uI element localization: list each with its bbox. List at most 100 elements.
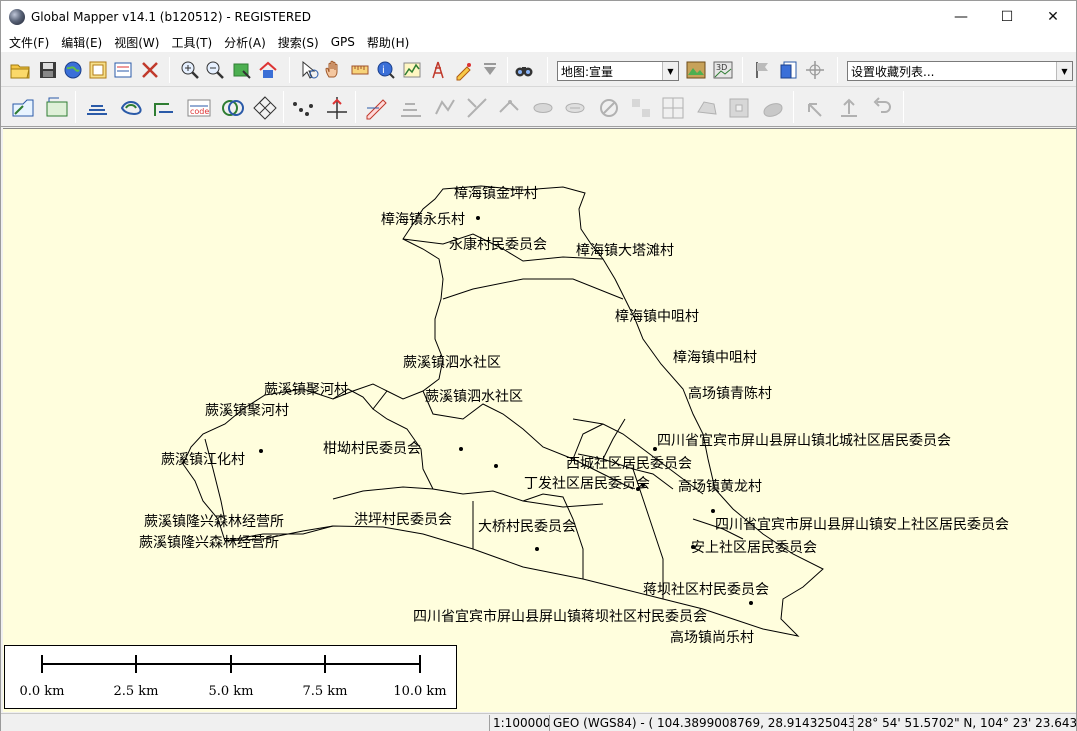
scale-tick-label: 5.0 km	[208, 684, 254, 699]
layer-control-icon[interactable]	[87, 59, 109, 81]
binoculars-icon[interactable]	[513, 59, 535, 81]
place-label: 蕨溪镇隆兴森林经营所	[144, 514, 284, 530]
globe-web-icon[interactable]	[62, 59, 84, 81]
map-select[interactable]: 地图:宣量 ▼	[557, 61, 679, 81]
menu-help[interactable]: 帮助(H)	[361, 34, 415, 51]
place-label: 樟海镇大塔滩村	[576, 242, 674, 259]
crosshair-icon[interactable]	[804, 59, 826, 81]
select-feature-icon[interactable]	[9, 94, 37, 122]
crop-area-icon[interactable]	[561, 94, 589, 122]
rotate-feature-icon[interactable]	[431, 94, 459, 122]
place-label: 西城社区居民委员会	[566, 456, 692, 472]
close-button[interactable]: ✕	[1030, 1, 1076, 32]
place-label: 洪坪村民委员会	[354, 512, 452, 528]
pan-hand-icon[interactable]	[323, 59, 345, 81]
place-label: 丁发社区居民委员会	[524, 476, 650, 492]
place-label: 高场镇青陈村	[688, 385, 772, 402]
reshape-icon[interactable]	[495, 94, 523, 122]
polygon-edit-icon[interactable]	[693, 94, 721, 122]
status-scale: 1:100000	[489, 715, 549, 731]
digitizer-icon[interactable]	[453, 59, 475, 81]
status-coordinates: GEO (WGS84) - ( 104.3899008769, 28.91432…	[549, 715, 853, 731]
vertex-edit-icon[interactable]	[289, 94, 317, 122]
path-profile-icon[interactable]	[401, 59, 423, 81]
map-canvas[interactable]: 樟海镇金坪村 樟海镇永乐村 永康村民委员会 樟海镇大塔滩村 樟海镇中咀村 樟海镇…	[3, 128, 1076, 712]
zoom-in-icon[interactable]	[179, 59, 201, 81]
menu-file[interactable]: 文件(F)	[3, 34, 55, 51]
save-icon[interactable]	[37, 59, 59, 81]
maximize-button[interactable]: ☐	[984, 1, 1030, 32]
area-feature-icon[interactable]	[43, 94, 71, 122]
config-icon[interactable]	[112, 59, 134, 81]
point-feature-icon[interactable]	[151, 94, 179, 122]
grid-split-icon[interactable]	[627, 94, 655, 122]
dropdown-tool-icon[interactable]	[479, 59, 501, 81]
globe-icon	[9, 8, 25, 25]
place-label: 蕨溪镇聚河村	[205, 403, 289, 419]
cut-feature-icon[interactable]	[463, 94, 491, 122]
grid-merge-icon[interactable]	[659, 94, 687, 122]
minimize-button[interactable]: —	[938, 1, 984, 32]
place-label: 四川省宜宾市屏山县屏山镇蒋坝社区村民委员会	[413, 608, 707, 625]
place-label: 樟海镇中咀村	[673, 349, 757, 366]
buffer-icon[interactable]	[219, 94, 247, 122]
zoom-out-icon[interactable]	[204, 59, 226, 81]
menu-view[interactable]: 视图(W)	[108, 34, 165, 51]
export-icon[interactable]	[778, 59, 800, 81]
svg-text:3D: 3D	[716, 63, 727, 72]
chevron-down-icon[interactable]: ▼	[662, 62, 678, 80]
arrow-left-up-icon[interactable]	[801, 94, 829, 122]
undo-icon[interactable]	[867, 94, 895, 122]
svg-text:code: code	[190, 107, 209, 116]
feature-info-icon[interactable]: i	[375, 59, 397, 81]
contour-icon[interactable]	[117, 94, 145, 122]
tower-icon[interactable]	[427, 59, 449, 81]
menu-bar: 文件(F) 编辑(E) 视图(W) 工具(T) 分析(A) 搜索(S) GPS …	[1, 32, 1076, 52]
chevron-down-icon[interactable]: ▼	[1056, 62, 1072, 80]
flag-icon[interactable]	[752, 59, 774, 81]
digitizer-toolbar: code	[1, 87, 1076, 127]
place-label: 安上社区居民委员会	[691, 540, 817, 556]
favorites-select-value: 设置收藏列表...	[851, 64, 935, 79]
scale-tick-label: 0.0 km	[19, 684, 65, 699]
menu-gps[interactable]: GPS	[325, 35, 361, 49]
line-feature-icon[interactable]	[83, 94, 111, 122]
menu-analysis[interactable]: 分析(A)	[218, 34, 272, 51]
boundary-map: 樟海镇金坪村 樟海镇永乐村 永康村民委员会 樟海镇大塔滩村 樟海镇中咀村 樟海镇…	[139, 185, 1009, 646]
home-icon[interactable]	[257, 59, 279, 81]
place-label: 四川省宜宾市屏山县屏山镇北城社区居民委员会	[657, 432, 951, 449]
3d-terrain-icon[interactable]	[685, 59, 707, 81]
draw-line-icon[interactable]	[363, 94, 391, 122]
delete-vertex-icon[interactable]	[595, 94, 623, 122]
place-label: 蕨溪镇江化村	[161, 452, 245, 468]
measure-icon[interactable]	[349, 59, 371, 81]
full-view-icon[interactable]	[231, 59, 253, 81]
app-window: Global Mapper v14.1 (b120512) - REGISTER…	[0, 0, 1077, 731]
grid-icon[interactable]	[251, 94, 279, 122]
scale-bar: 0.0 km 2.5 km 5.0 km 7.5 km 10.0 km	[4, 645, 457, 709]
arrow-up-icon[interactable]	[835, 94, 863, 122]
map-select-value: 地图:宣量	[561, 64, 614, 79]
place-label: 蕨溪镇隆兴森林经营所	[139, 535, 279, 551]
scale-tick-label: 2.5 km	[113, 684, 159, 699]
zoom-tool-icon[interactable]	[299, 59, 321, 81]
scale-bar-graphic	[41, 655, 421, 673]
menu-search[interactable]: 搜索(S)	[272, 34, 325, 51]
polygon-fill-icon[interactable]	[759, 94, 787, 122]
coordinate-code-icon[interactable]: code	[185, 94, 213, 122]
scale-tick-label: 10.0 km	[393, 684, 447, 699]
polygon-hole-icon[interactable]	[725, 94, 753, 122]
place-label: 蒋坝社区村民委员会	[643, 582, 769, 598]
tools-icon[interactable]	[139, 59, 161, 81]
open-folder-icon[interactable]	[9, 59, 31, 81]
status-bar: 1:100000 GEO (WGS84) - ( 104.3899008769,…	[1, 713, 1076, 731]
menu-edit[interactable]: 编辑(E)	[55, 34, 108, 51]
menu-tools[interactable]: 工具(T)	[165, 34, 218, 51]
move-vertex-icon[interactable]	[323, 94, 351, 122]
place-label: 高场镇黄龙村	[678, 478, 762, 495]
place-label: 蕨溪镇聚河村	[264, 382, 348, 398]
favorites-select[interactable]: 设置收藏列表... ▼	[847, 61, 1073, 81]
split-line-icon[interactable]	[397, 94, 425, 122]
3d-view-icon[interactable]: 3D	[712, 59, 734, 81]
merge-area-icon[interactable]	[529, 94, 557, 122]
